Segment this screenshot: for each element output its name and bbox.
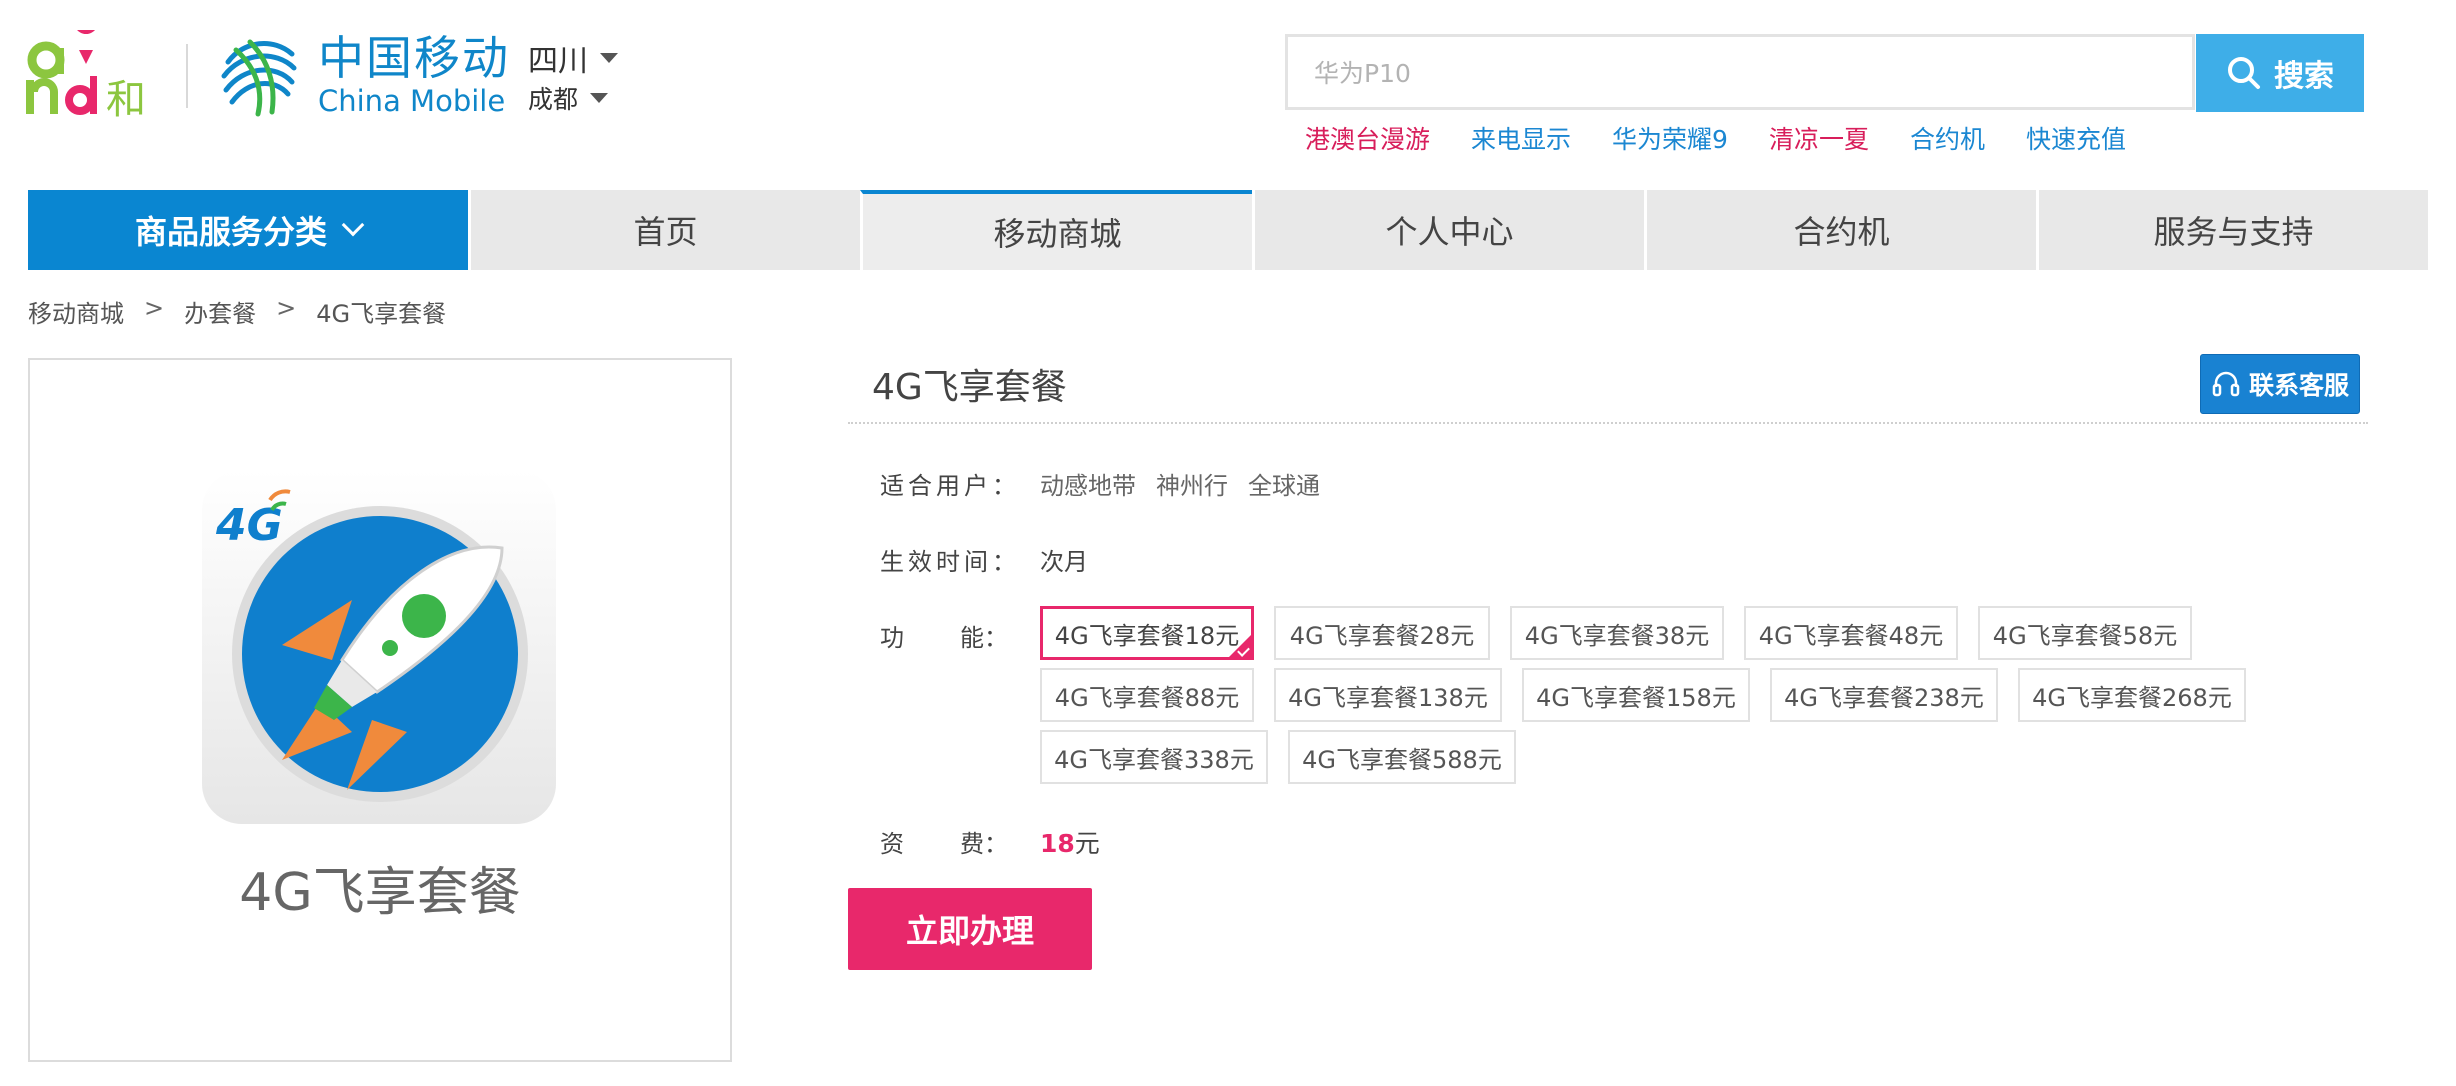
- plan-option[interactable]: 4G飞享套餐38元: [1510, 606, 1724, 660]
- function-label-char: 功: [880, 624, 904, 652]
- hotlink-item[interactable]: 快速充值: [2026, 120, 2126, 156]
- contact-service-button[interactable]: 联系客服: [2200, 354, 2360, 414]
- contact-service-label: 联系客服: [2248, 371, 2349, 400]
- hotlink-item[interactable]: 清凉一夏: [1769, 120, 1869, 156]
- product-caption: 4G飞享套餐: [239, 863, 521, 923]
- hotlink-item[interactable]: 来电显示: [1471, 120, 1571, 156]
- search-icon: [2228, 57, 2260, 89]
- users-value: 动感地带 神州行 全球通: [1040, 466, 1340, 501]
- logo-divider: [186, 44, 188, 108]
- product-title: 4G飞享套餐: [872, 367, 1067, 408]
- hotlink-item[interactable]: 华为荣耀9: [1612, 120, 1728, 156]
- plan-option-label: 4G飞享套餐28元: [1289, 621, 1475, 650]
- function-label: 功 能：: [880, 618, 1008, 653]
- main-nav: 商品服务分类 首页 移动商城 个人中心 合约机 服务与支持: [28, 190, 2428, 270]
- plan-option[interactable]: 4G飞享套餐58元: [1978, 606, 2192, 660]
- breadcrumb-item-current: 4G飞享套餐: [316, 300, 447, 328]
- plan-option-label: 4G飞享套餐338元: [1054, 745, 1254, 774]
- nav-item-mall[interactable]: 移动商城: [860, 190, 1252, 270]
- effective-value: 次月: [1040, 548, 1088, 576]
- plan-option[interactable]: 4G飞享套餐338元: [1040, 730, 1268, 784]
- caret-down-icon: [590, 93, 609, 103]
- headset-icon: [2212, 371, 2240, 397]
- category-menu-label: 商品服务分类: [134, 213, 327, 251]
- and-logo-text: 和: [106, 77, 146, 120]
- function-label-char: 能：: [960, 624, 1008, 652]
- province-selector[interactable]: 四川: [528, 36, 618, 80]
- city-selector[interactable]: 成都: [528, 80, 609, 116]
- nav-item-contract-phones[interactable]: 合约机: [1644, 190, 2036, 270]
- china-mobile-logo-icon[interactable]: [214, 32, 302, 120]
- breadcrumb-separator: >: [144, 294, 165, 322]
- plan-option-label: 4G飞享套餐158元: [1536, 683, 1736, 712]
- search-button-label: 搜索: [2274, 59, 2334, 94]
- plan-option[interactable]: 4G飞享套餐88元: [1040, 668, 1254, 722]
- rocket-app-icon: 4G: [202, 470, 556, 824]
- breadcrumb: 移动商城 > 办套餐 > 4G飞享套餐: [28, 294, 446, 329]
- plan-option[interactable]: 4G飞享套餐18元: [1040, 606, 1254, 660]
- user-type: 神州行: [1156, 472, 1228, 500]
- hotlink-item[interactable]: 港澳台漫游: [1305, 120, 1430, 156]
- search-box: [1285, 34, 2195, 110]
- plan-option-label: 4G飞享套餐138元: [1288, 683, 1488, 712]
- breadcrumb-item-plans[interactable]: 办套餐: [184, 294, 256, 329]
- fee-label: 资 费：: [880, 824, 1008, 859]
- plan-option-label: 4G飞享套餐268元: [2032, 683, 2232, 712]
- title-divider: [848, 422, 2368, 424]
- plan-option[interactable]: 4G飞享套餐138元: [1274, 668, 1502, 722]
- hotlink-item[interactable]: 合约机: [1910, 120, 1985, 156]
- plan-option-label: 4G飞享套餐88元: [1054, 683, 1240, 712]
- province-label: 四川: [528, 44, 588, 79]
- caret-down-icon: [600, 53, 618, 63]
- category-menu-button[interactable]: 商品服务分类: [28, 190, 468, 270]
- city-label: 成都: [528, 85, 579, 114]
- fee-value: 18元: [1040, 824, 1100, 860]
- product-image-box: 4G 4G飞享套餐: [28, 358, 732, 1062]
- effective-label: 生效时间：: [880, 548, 1020, 576]
- plan-option[interactable]: 4G飞享套餐268元: [2018, 668, 2246, 722]
- plan-option[interactable]: 4G飞享套餐238元: [1770, 668, 1998, 722]
- plan-option-label: 4G飞享套餐48元: [1758, 621, 1944, 650]
- nav-item-home[interactable]: 首页: [468, 190, 860, 270]
- plan-option[interactable]: 4G飞享套餐28元: [1274, 606, 1490, 660]
- breadcrumb-item-mall[interactable]: 移动商城: [28, 294, 124, 329]
- china-mobile-logo-cn: 中国移动: [318, 31, 510, 85]
- plan-option[interactable]: 4G飞享套餐48元: [1744, 606, 1958, 660]
- nav-item-personal-center[interactable]: 个人中心: [1252, 190, 1644, 270]
- search-button[interactable]: 搜索: [2196, 34, 2364, 112]
- chevron-down-icon: [341, 213, 365, 237]
- plan-option[interactable]: 4G飞享套餐588元: [1288, 730, 1516, 784]
- fee-label-char: 费：: [960, 830, 1008, 858]
- plan-option-label: 4G飞享套餐38元: [1524, 621, 1710, 650]
- and-logo[interactable]: 和: [26, 30, 166, 120]
- china-mobile-logo-en: China Mobile: [318, 84, 506, 118]
- plan-option[interactable]: 4G飞享套餐158元: [1522, 668, 1750, 722]
- plan-option-label: 4G飞享套餐58元: [1992, 621, 2178, 650]
- nav-item-service-support[interactable]: 服务与支持: [2036, 190, 2428, 270]
- fee-unit: 元: [1074, 829, 1100, 858]
- search-input[interactable]: [1312, 37, 2176, 109]
- breadcrumb-separator: >: [276, 294, 297, 322]
- fee-amount: 18: [1040, 829, 1075, 858]
- users-label: 适合用户：: [880, 472, 1020, 500]
- apply-now-button[interactable]: 立即办理: [848, 888, 1092, 970]
- plan-option-label: 4G飞享套餐18元: [1054, 621, 1240, 650]
- fee-label-char: 资: [880, 830, 904, 858]
- plan-option-label: 4G飞享套餐588元: [1302, 745, 1502, 774]
- plan-option-label: 4G飞享套餐238元: [1784, 683, 1984, 712]
- hot-search-links: 港澳台漫游 来电显示 华为荣耀9 清凉一夏 合约机 快速充值: [1305, 120, 2167, 156]
- user-type: 动感地带: [1040, 472, 1136, 500]
- user-type: 全球通: [1248, 472, 1320, 500]
